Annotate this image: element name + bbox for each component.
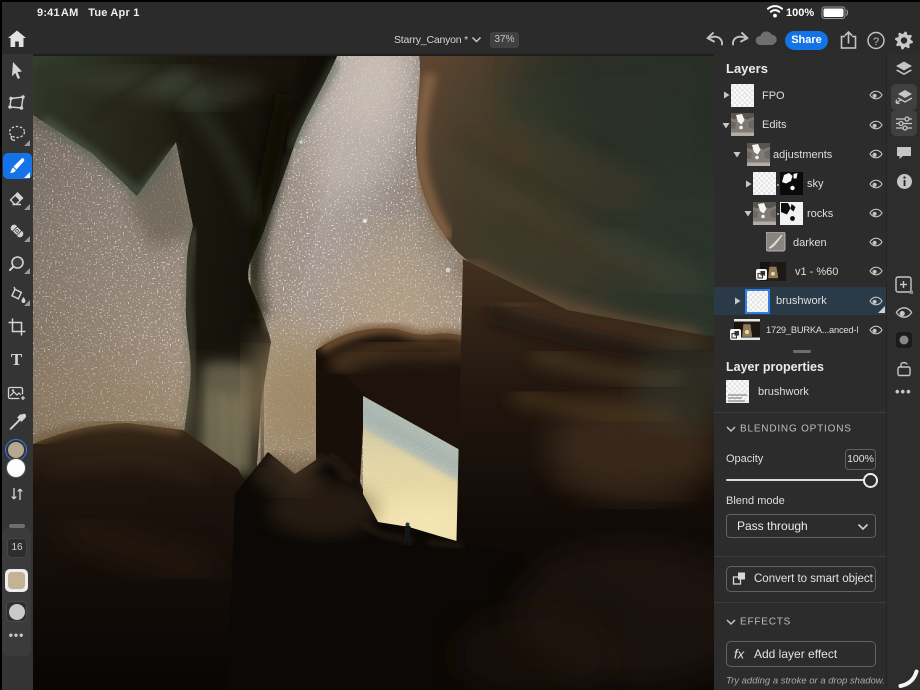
svg-text:?: ?: [873, 36, 879, 48]
